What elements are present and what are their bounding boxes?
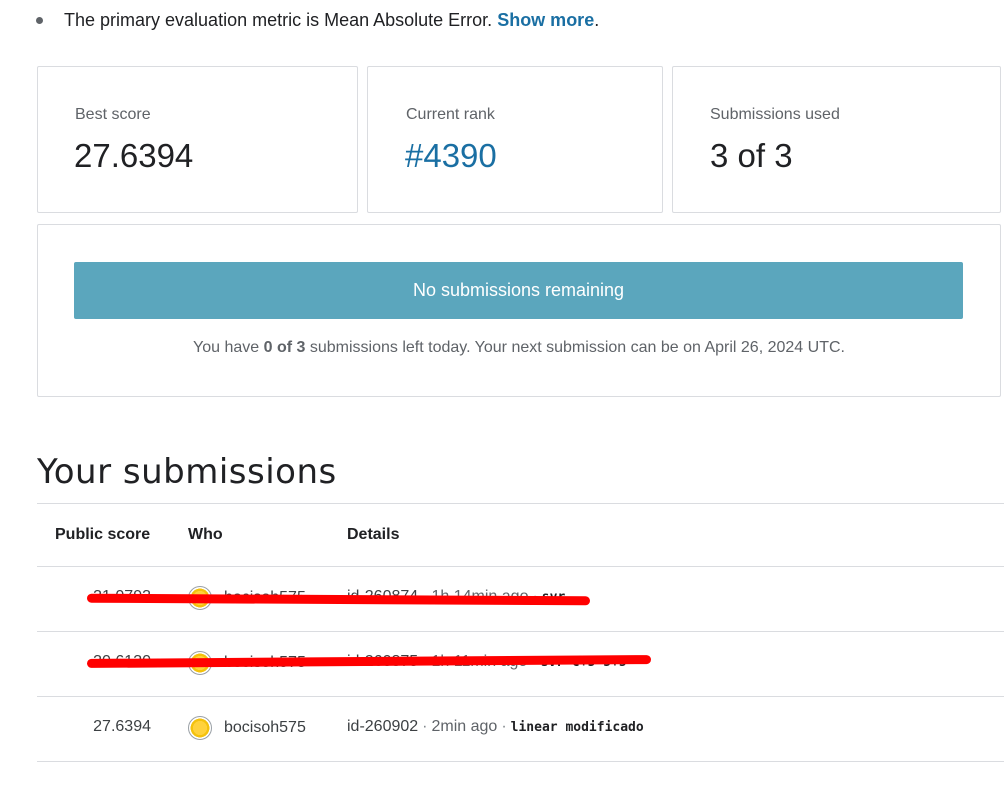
evaluation-period: . xyxy=(594,10,600,30)
show-more-link[interactable]: Show more xyxy=(497,10,594,31)
submissions-used-card: Submissions used 3 of 3 xyxy=(672,66,1001,213)
column-details[interactable]: Details xyxy=(347,526,399,544)
column-who[interactable]: Who xyxy=(188,526,223,544)
avatar-icon[interactable] xyxy=(188,716,212,740)
separator-dot: · xyxy=(501,718,507,735)
table-row[interactable]: 31.0793 bocisoh575 id-260874·1h 14min ag… xyxy=(37,567,1004,632)
submitter-name[interactable]: bocisoh575 xyxy=(224,719,306,737)
submissions-table: Public score Who Details 31.0793 bocisoh… xyxy=(37,503,1004,762)
best-score-value: 27.6394 xyxy=(74,137,194,174)
current-rank-card: Current rank #4390 xyxy=(367,66,663,213)
evaluation-metric-line: The primary evaluation metric is Mean Ab… xyxy=(36,10,599,31)
current-rank-link[interactable]: #4390 xyxy=(405,137,497,175)
column-public-score[interactable]: Public score xyxy=(55,526,150,544)
best-score-label: Best score xyxy=(75,106,151,123)
public-score: 27.6394 xyxy=(93,718,151,735)
table-row[interactable]: 27.6394 bocisoh575 id-260902 · 2min ago · li… xyxy=(37,697,1004,762)
remaining-count: 0 of 3 xyxy=(263,339,306,356)
submission-time: 2min ago xyxy=(431,718,498,735)
evaluation-text: The primary evaluation metric is Mean Ab… xyxy=(64,10,493,30)
submission-id[interactable]: id-260902 xyxy=(347,718,418,735)
submissions-used-value: 3 of 3 xyxy=(710,137,793,174)
table-row[interactable]: 30.6130 bocisoh575 id-260875·1h 11min ag… xyxy=(37,632,1004,697)
bullet-icon xyxy=(36,17,43,24)
separator-dot: · xyxy=(422,718,428,735)
submission-details: id-260902 · 2min ago · linear modificado xyxy=(347,718,644,736)
table-header: Public score Who Details xyxy=(37,503,1004,567)
submissions-remaining-text: You have 0 of 3 submissions left today. … xyxy=(38,339,1000,357)
no-submissions-remaining-button[interactable]: No submissions remaining xyxy=(74,262,963,319)
remaining-suffix: submissions left today. Your next submis… xyxy=(305,339,845,356)
your-submissions-title: Your submissions xyxy=(37,452,337,492)
red-redaction-scribble xyxy=(86,593,591,606)
submission-panel: No submissions remaining You have 0 of 3… xyxy=(37,224,1001,397)
best-score-card: Best score 27.6394 xyxy=(37,66,358,213)
remaining-prefix: You have xyxy=(193,339,264,356)
current-rank-label: Current rank xyxy=(406,106,495,123)
submissions-used-label: Submissions used xyxy=(710,106,840,123)
submission-description: linear modificado xyxy=(510,720,644,735)
